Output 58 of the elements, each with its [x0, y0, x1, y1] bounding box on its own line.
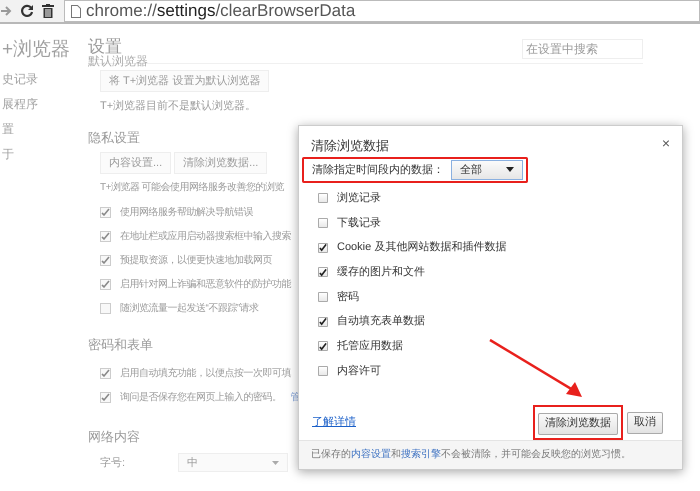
range-select[interactable]: 全部 [451, 160, 523, 180]
option-label: 缓存的图片和文件 [337, 264, 425, 280]
settings-button[interactable]: 清除浏览数据... [174, 152, 268, 174]
section-heading: 默认浏览器 [88, 54, 148, 68]
dialog-title: 清除浏览数据 [311, 137, 389, 155]
option-label: 浏览记录 [337, 190, 381, 206]
sidebar-item[interactable]: 史记录 [0, 70, 38, 95]
section-heading: 隐私设置 [88, 129, 140, 148]
font-size-select[interactable]: 中 [178, 453, 288, 472]
footer-link[interactable]: 内容设置 [351, 449, 391, 460]
forward-icon[interactable] [0, 5, 12, 17]
sidebar-item[interactable]: 置 [0, 120, 14, 145]
checkbox[interactable] [318, 366, 328, 376]
close-button[interactable]: × [662, 136, 670, 150]
checkbox[interactable] [318, 242, 328, 253]
checkbox[interactable] [318, 267, 328, 278]
range-label: 清除指定时间段内的数据： [312, 162, 444, 178]
option-label: 托管应用数据 [337, 338, 403, 354]
footer-text: 已保存的内容设置和搜索引擎不会被清除，并可能会反映您的浏览习惯。 [311, 448, 631, 462]
option-label: 密码 [337, 290, 359, 305]
sidebar-item[interactable]: 于 [0, 145, 14, 170]
field-label: 字号: [100, 456, 126, 470]
section-heading: 网络内容 [88, 428, 140, 446]
option-label: 询问是否保存您在网页上输入的密码。 [120, 390, 282, 405]
caret-icon [272, 460, 279, 465]
footer-link[interactable]: 搜索引擎 [401, 449, 441, 460]
checkbox[interactable] [318, 193, 328, 204]
checkbox[interactable] [318, 218, 328, 228]
note-text: T+浏览器 可能会使用网络服务改善您的浏览 [100, 180, 284, 196]
default-browser-button[interactable]: 将 T+浏览器 设置为默认浏览器 [100, 70, 270, 92]
search-field[interactable]: 在设置中搜索 [522, 39, 643, 59]
sidebar-item[interactable]: 展程序 [0, 95, 38, 120]
checkbox[interactable] [318, 341, 328, 352]
caret-icon [506, 167, 514, 172]
option-label: 随浏览流量一起发送“不跟踪”请求 [120, 302, 259, 316]
option-label: 启用自动填充功能，以便点按一次即可填 [120, 366, 291, 381]
address-bar[interactable]: chrome://settings/clearBrowserData [64, 0, 700, 22]
page-title: 设置 [88, 36, 122, 56]
option-label: 在地址栏或应用启动器搜索框中输入搜索 [120, 230, 291, 244]
learn-more-link[interactable]: 了解详情 [312, 414, 356, 431]
option-label: 预提取资源，以便更快速地加载网页 [120, 254, 272, 268]
note-text: T+浏览器目前不是默认浏览器。 [100, 98, 256, 114]
option-label: Cookie 及其他网站数据和插件数据 [337, 240, 506, 256]
reload-icon[interactable] [20, 4, 34, 18]
option-label: 启用针对网上诈骗和恶意软件的防护功能 [120, 278, 291, 292]
checkbox[interactable] [318, 292, 328, 302]
page-icon [71, 4, 81, 18]
sidebar-title: +浏览器 [1, 38, 70, 62]
option-label: 使用网络服务帮助解决导航错误 [120, 206, 253, 220]
section-heading: 密码和表单 [88, 336, 153, 354]
clear-data-button[interactable]: 清除浏览数据 [538, 412, 618, 435]
option-label: 内容许可 [337, 364, 381, 379]
settings-button[interactable]: 内容设置... [100, 152, 172, 174]
cancel-button[interactable]: 取消 [627, 412, 663, 434]
option-label: 自动填充表单数据 [337, 314, 425, 330]
checkbox[interactable] [318, 316, 328, 327]
option-label: 下载记录 [337, 216, 381, 231]
trash-icon[interactable] [42, 4, 54, 18]
